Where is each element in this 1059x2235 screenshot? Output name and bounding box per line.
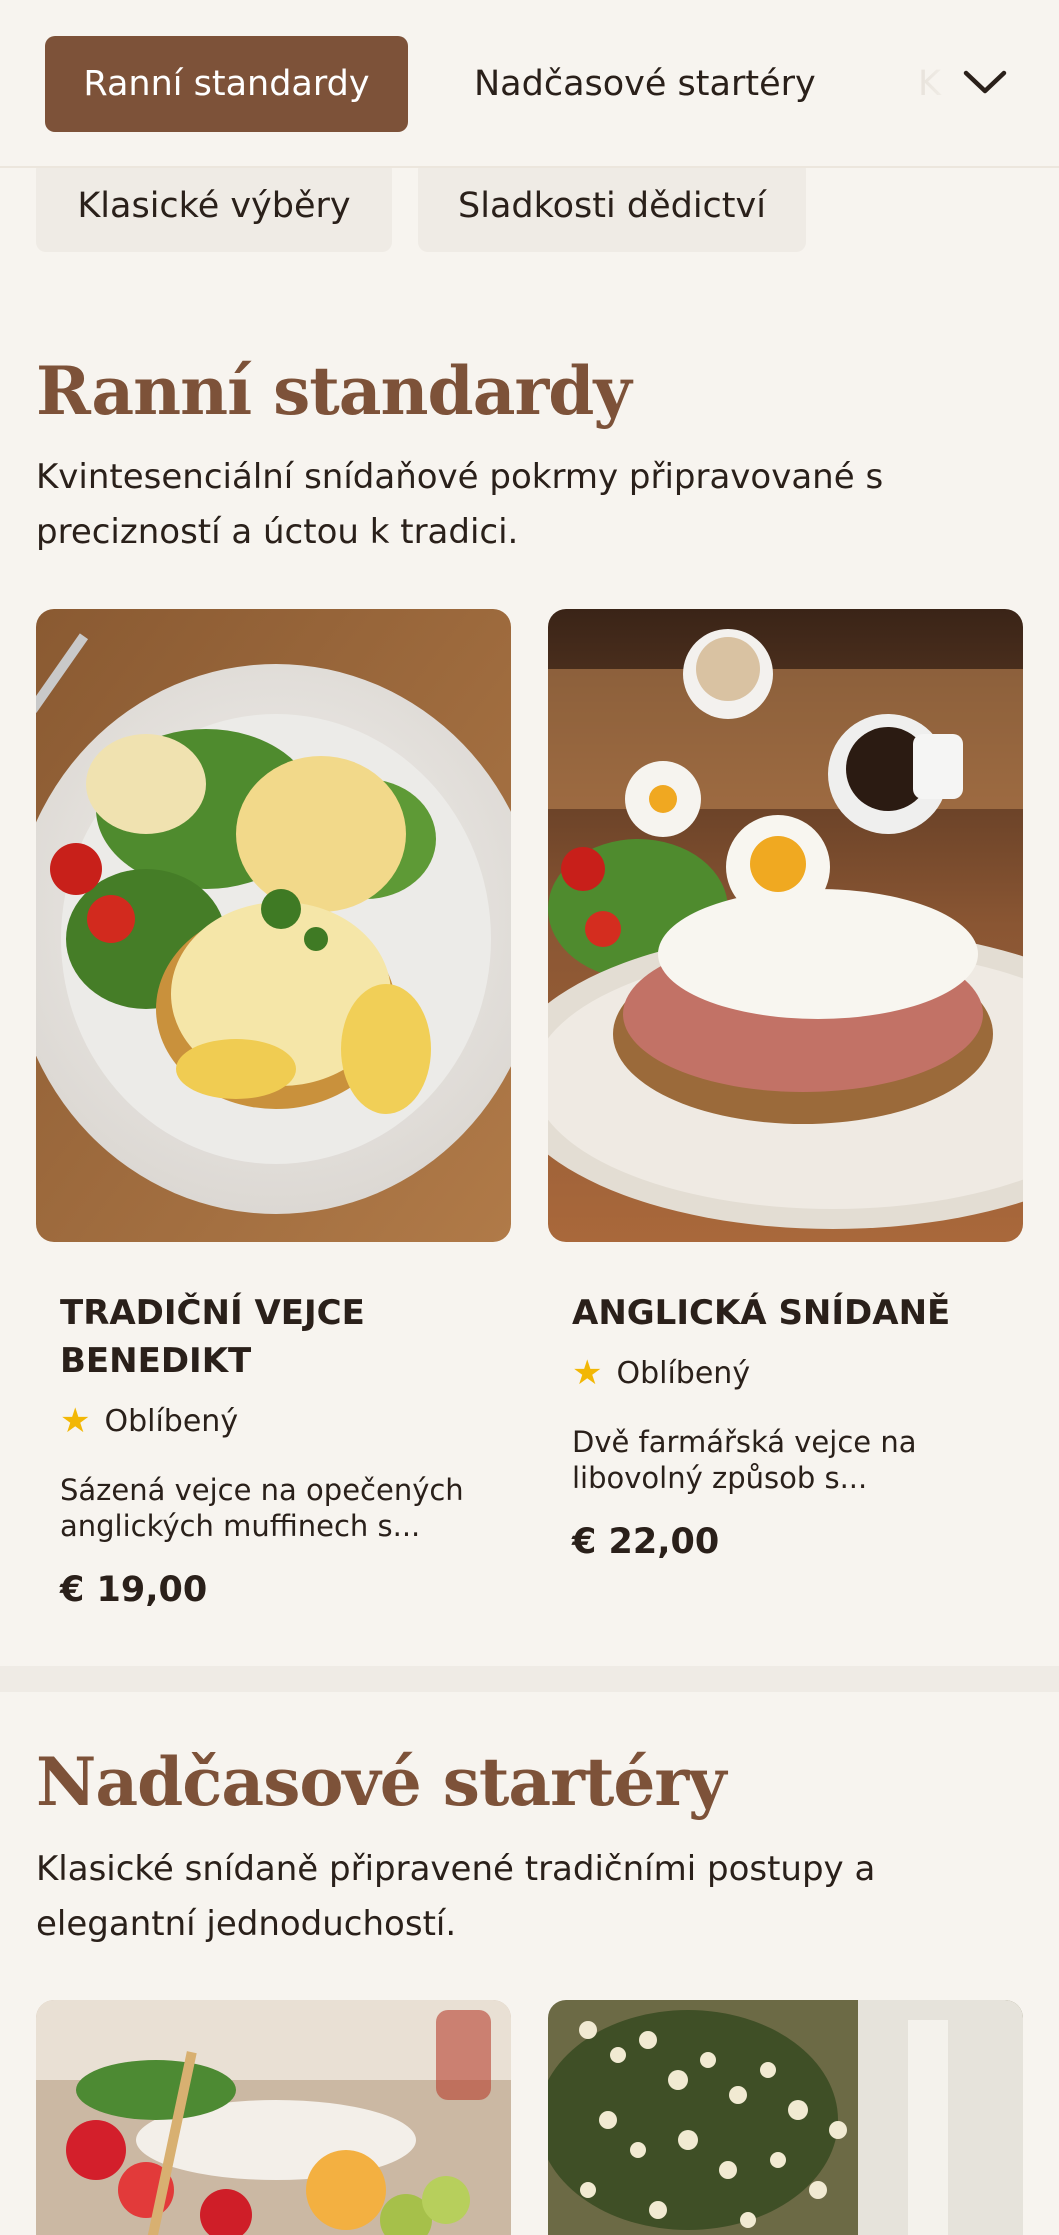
section-title: Nadčasové startéry: [36, 1743, 726, 1821]
menu-item-description: Sázená vejce na opečených anglických muf…: [60, 1473, 464, 1543]
menu-item-image[interactable]: [36, 609, 511, 1242]
menu-item-description: Dvě farmářská vejce na libovolný způsob …: [572, 1425, 917, 1495]
chip-klasicke-vybery[interactable]: Klasické výběry: [36, 160, 392, 252]
section-divider: [0, 1666, 1059, 1692]
menu-item-price: € 19,00: [60, 1570, 208, 1610]
chevron-down-icon[interactable]: [960, 60, 1010, 104]
star-icon: ★: [60, 1401, 91, 1441]
category-tab-bar: Ranní standardy Nadčasové startéry K: [0, 0, 1059, 168]
status-badge: ★ Oblíbený: [60, 1401, 238, 1441]
chip-label: Klasické výběry: [77, 186, 351, 226]
tab-ranni-standardy[interactable]: Ranní standardy: [45, 36, 408, 132]
status-badge: ★ Oblíbený: [572, 1353, 750, 1393]
menu-item-price: € 22,00: [572, 1522, 720, 1562]
tab-label: Nadčasové startéry: [474, 64, 816, 104]
badge-label: Oblíbený: [616, 1355, 751, 1391]
section-title: Ranní standardy: [36, 352, 632, 430]
menu-item-image[interactable]: [548, 609, 1023, 1242]
tab-label: Ranní standardy: [83, 64, 370, 104]
section-description: Klasické snídaně připravené tradičními p…: [36, 1849, 876, 1944]
section-description: Kvintesenciální snídaňové pokrmy připrav…: [36, 457, 884, 552]
menu-item-image[interactable]: [36, 2000, 511, 2235]
tab-nadcasove-startery[interactable]: Nadčasové startéry: [474, 36, 816, 132]
chip-label: Sladkosti dědictví: [458, 186, 766, 226]
menu-item-image[interactable]: [548, 2000, 1023, 2235]
star-icon: ★: [572, 1353, 603, 1393]
menu-item-name: TRADIČNÍ VEJCE BENEDIKT: [60, 1293, 365, 1381]
chip-sladkosti-dedictvi[interactable]: Sladkosti dědictví: [418, 160, 806, 252]
badge-label: Oblíbený: [104, 1403, 239, 1439]
menu-item-name: ANGLICKÁ SNÍDANĚ: [572, 1293, 951, 1333]
